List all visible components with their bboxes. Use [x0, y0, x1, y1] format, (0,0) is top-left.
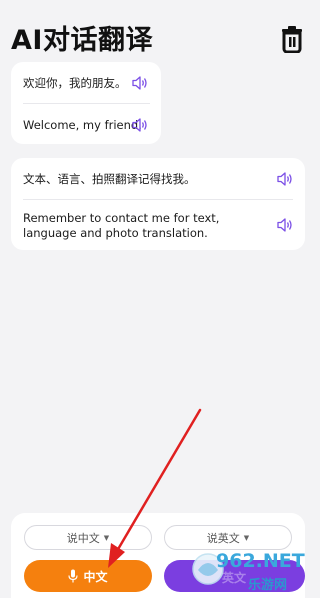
right-language-selector[interactable]: 说英文 ▼ [164, 525, 292, 550]
left-language-selector[interactable]: 说中文 ▼ [24, 525, 152, 550]
divider [23, 103, 150, 104]
english-voice-label: 英文 [222, 571, 247, 585]
source-text: 文本、语言、拍照翻译记得找我。 [23, 172, 196, 186]
chevron-down-icon: ▼ [103, 533, 110, 542]
divider [23, 199, 293, 200]
speaker-icon[interactable] [276, 171, 294, 187]
english-voice-button[interactable]: 英文 [164, 560, 305, 592]
trash-icon[interactable] [279, 25, 305, 54]
left-language-label: 说中文 [66, 531, 100, 545]
chinese-voice-label: 中文 [83, 569, 108, 584]
speaker-icon[interactable] [131, 75, 149, 91]
speaker-icon[interactable] [131, 117, 149, 133]
chinese-voice-button[interactable]: 中文 [24, 560, 152, 592]
translated-text: Remember to contact me for text, languag… [23, 211, 220, 240]
conversation-card: 文本、语言、拍照翻译记得找我。 Remember to contact me f… [11, 158, 305, 250]
speaker-icon[interactable] [276, 217, 294, 233]
right-language-label: 说英文 [206, 531, 240, 545]
chevron-down-icon: ▼ [243, 533, 250, 542]
page-title: AI对话翻译 [11, 25, 153, 56]
source-text: 欢迎你，我的朋友。 [23, 76, 127, 90]
header: AI对话翻译 [0, 0, 317, 60]
conversation-card: 欢迎你，我的朋友。 Welcome, my friend. [11, 62, 161, 144]
translated-text: Welcome, my friend. [23, 118, 142, 132]
microphone-icon [68, 569, 79, 583]
